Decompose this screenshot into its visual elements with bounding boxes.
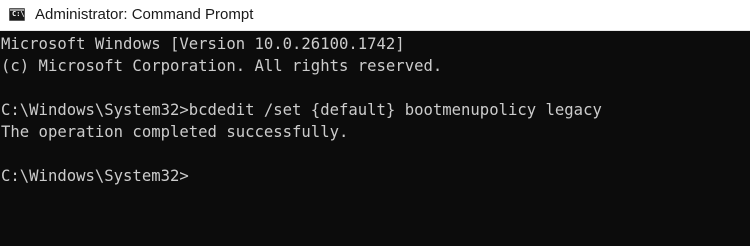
- console-line-result: The operation completed successfully.: [1, 123, 349, 141]
- console-line-copyright: (c) Microsoft Corporation. All rights re…: [1, 57, 443, 75]
- console-line-blank: [0, 143, 750, 165]
- icon-prompt-glyph: C:\: [12, 10, 25, 18]
- window-title: Administrator: Command Prompt: [35, 6, 254, 23]
- command-prompt-icon[interactable]: C:\: [9, 8, 25, 21]
- console-line-command: C:\Windows\System32>bcdedit /set {defaul…: [1, 101, 602, 119]
- console-line-blank: [0, 77, 750, 99]
- command-prompt-window: C:\ Administrator: Command Prompt Micros…: [0, 0, 750, 246]
- console-prompt-line[interactable]: C:\Windows\System32>: [0, 165, 750, 187]
- console-line-version: Microsoft Windows [Version 10.0.26100.17…: [1, 35, 405, 53]
- title-bar[interactable]: C:\ Administrator: Command Prompt: [0, 0, 750, 31]
- console-output[interactable]: Microsoft Windows [Version 10.0.26100.17…: [0, 33, 750, 246]
